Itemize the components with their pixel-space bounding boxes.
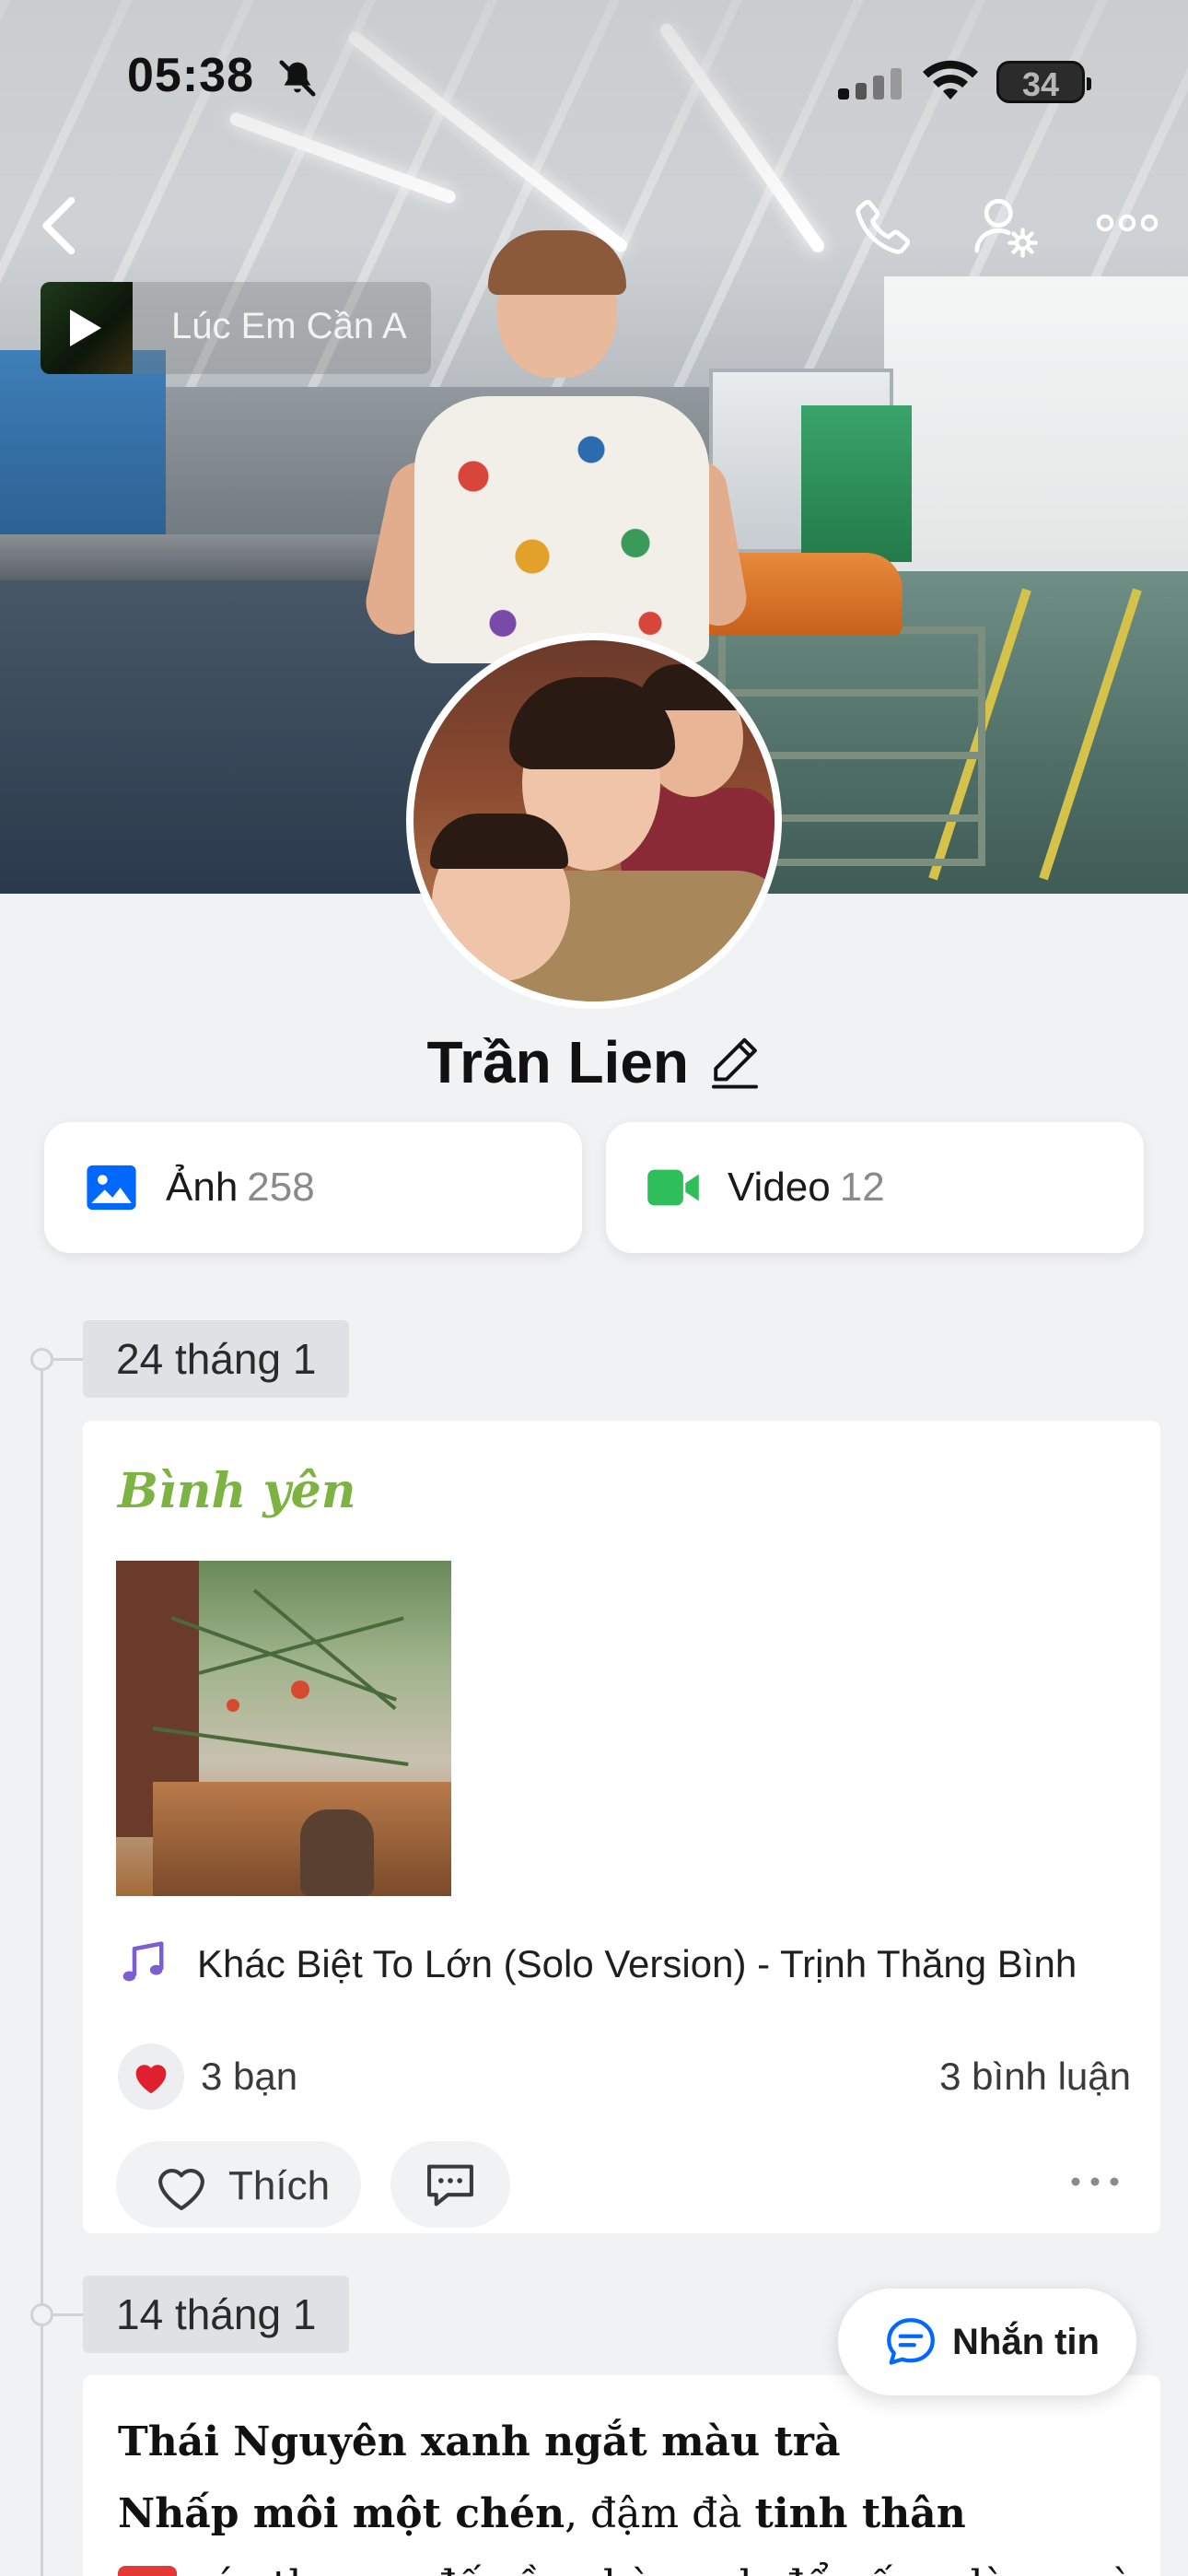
cover-machine — [801, 405, 912, 562]
chat-bubble-icon — [887, 2318, 935, 2365]
status-bar: 05:38 34 — [0, 0, 1188, 157]
avatar-image — [413, 640, 775, 1001]
cover-window-wall — [884, 276, 1188, 608]
phone-call-icon[interactable] — [852, 193, 916, 258]
like-button[interactable]: Thích — [116, 2141, 361, 2228]
music-album-art — [41, 282, 133, 374]
music-note-icon — [122, 1941, 164, 1982]
post-line: Nhấp môi một chén, đậm đà tinh thân — [118, 2490, 966, 2537]
comment-count[interactable]: 3 bình luận — [939, 2055, 1131, 2099]
post-title: Bình yên — [118, 1463, 356, 1519]
music-title: Lúc Em Cần A — [171, 306, 407, 346]
videos-card[interactable]: Video 12 — [606, 1122, 1144, 1253]
cover-machine — [0, 350, 166, 562]
profile-name-row: Trần Lien — [0, 1028, 1188, 1096]
timeline-tick — [53, 1358, 85, 1361]
battery-indicator: 34 — [996, 61, 1091, 103]
song-title: Khác Biệt To Lớn (Solo Version) - Trịnh … — [197, 1942, 1077, 1985]
videos-label: Video 12 — [728, 1165, 885, 1210]
post-actions: Thích — [116, 2141, 1129, 2230]
timeline-tick — [53, 2313, 85, 2316]
profile-avatar[interactable] — [406, 633, 782, 1009]
post-photo[interactable] — [116, 1561, 451, 1896]
photos-count: 258 — [247, 1165, 315, 1210]
timeline-post[interactable]: Bình yên Khác Biệt To Lớn (Solo Version)… — [83, 1421, 1160, 2233]
reaction-count[interactable]: 3 bạn — [201, 2055, 297, 2099]
like-label: Thích — [228, 2163, 331, 2208]
post-line: Thái Nguyên xanh ngắt màu trà — [118, 2418, 841, 2465]
send-message-button[interactable]: Nhắn tin — [838, 2289, 1136, 2395]
comment-icon — [427, 2164, 473, 2207]
sos-emoji-icon: SOS — [118, 2565, 177, 2576]
timeline-line — [41, 1359, 43, 2576]
heart-outline-icon — [158, 2169, 204, 2210]
photo-icon — [87, 1165, 136, 1211]
wifi-icon — [923, 60, 978, 100]
muted-bell-icon — [279, 60, 316, 97]
videos-count: 12 — [839, 1165, 885, 1210]
user-settings-icon[interactable] — [972, 192, 1042, 262]
video-camera-icon — [647, 1169, 699, 1206]
cellular-signal-icon — [838, 66, 904, 100]
more-options-icon[interactable] — [1094, 205, 1160, 241]
post-song[interactable]: Khác Biệt To Lớn (Solo Version) - Trịnh … — [118, 1935, 1131, 1990]
timeline-date: 14 tháng 1 — [83, 2276, 350, 2353]
post-text: Thái Nguyên xanh ngắt màu trà Nhấp môi m… — [118, 2406, 1135, 2576]
timeline-dot — [30, 2303, 53, 2326]
back-arrow-icon[interactable] — [37, 193, 83, 258]
post-more-icon[interactable] — [1068, 2172, 1122, 2191]
timeline-dot — [30, 1348, 53, 1371]
photos-label: Ảnh 258 — [166, 1165, 315, 1210]
post-line: SOS các thượng đế cần chè xanh để uống, … — [118, 2550, 1135, 2576]
heart-reaction-icon — [118, 2043, 184, 2110]
timeline-post[interactable]: Thái Nguyên xanh ngắt màu trà Nhấp môi m… — [83, 2375, 1160, 2576]
profile-name: Trần Lien — [426, 1029, 690, 1095]
reaction-summary[interactable]: 3 bạn 3 bình luận — [118, 2038, 1131, 2112]
profile-music-player[interactable]: Lúc Em Cần A — [41, 282, 431, 374]
send-message-label: Nhắn tin — [952, 2322, 1100, 2362]
comment-button[interactable] — [390, 2141, 510, 2228]
photos-card[interactable]: Ảnh 258 — [44, 1122, 582, 1253]
edit-pencil-icon[interactable] — [709, 1035, 761, 1090]
timeline-date: 24 tháng 1 — [83, 1320, 350, 1398]
play-icon[interactable] — [70, 310, 101, 346]
status-time: 05:38 — [127, 49, 254, 102]
